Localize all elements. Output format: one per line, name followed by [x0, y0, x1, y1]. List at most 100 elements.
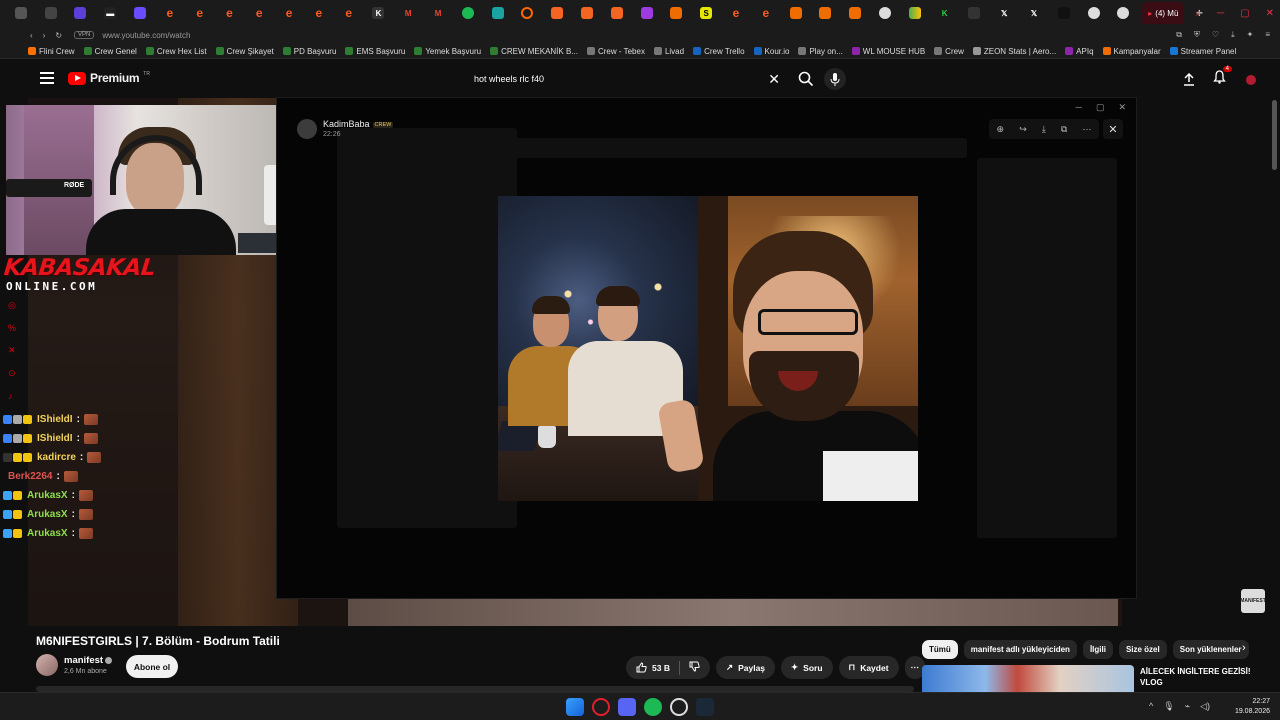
download-icon[interactable]: ⤓	[1231, 30, 1235, 40]
tab-icon[interactable]: e	[304, 0, 334, 26]
maximize-button[interactable]: ▢	[1240, 8, 1249, 19]
tab-icon[interactable]	[781, 0, 811, 26]
tab-icon[interactable]	[542, 0, 572, 26]
chat-username[interactable]: ArukasX	[27, 509, 68, 520]
tab-icon[interactable]: e	[274, 0, 304, 26]
tab-icon[interactable]	[513, 0, 543, 26]
shared-photo[interactable]	[498, 196, 918, 501]
tab-icon[interactable]	[125, 0, 155, 26]
clear-search-icon[interactable]: ✕	[768, 71, 780, 88]
bookmark-item[interactable]: WL MOUSE HUB	[851, 47, 925, 56]
youtube-logo[interactable]: Premium TR	[68, 71, 150, 85]
channel-name[interactable]: manifest	[64, 655, 103, 666]
shield-icon[interactable]: ⛨	[1194, 30, 1200, 40]
bookmark-item[interactable]: ZEON Stats | Aero...	[972, 47, 1056, 56]
tab-icon[interactable]: e	[751, 0, 781, 26]
tab-icon[interactable]	[483, 0, 513, 26]
filter-chip[interactable]: Son yüklenenler	[1172, 640, 1249, 659]
chat-username[interactable]: IShieldI	[37, 433, 73, 444]
chevron-up-icon[interactable]: ^	[1149, 701, 1153, 712]
back-icon[interactable]: ‹	[30, 31, 33, 40]
filter-chip[interactable]: Size özel	[1118, 640, 1167, 659]
tab-icon[interactable]: K	[930, 0, 960, 26]
tab-icon[interactable]	[811, 0, 841, 26]
bookmark-item[interactable]: Crew - Tebex	[586, 47, 645, 56]
search-input[interactable]: hot wheels rlc f40	[474, 74, 768, 84]
clock[interactable]: 22:27 19.08.2026	[1235, 697, 1270, 717]
bookmark-item[interactable]: Crew Şikayet	[215, 47, 274, 56]
bookmark-item[interactable]: APIq	[1065, 47, 1094, 56]
forward-icon[interactable]: ›	[43, 31, 46, 40]
steam-icon[interactable]	[696, 698, 714, 716]
tab-icon[interactable]: e	[244, 0, 274, 26]
guide-menu-icon[interactable]	[40, 72, 54, 84]
minimize-button[interactable]: ─	[1217, 8, 1224, 19]
search-icon[interactable]	[798, 71, 814, 87]
tab-icon[interactable]	[36, 0, 66, 26]
bookmark-item[interactable]: Livad	[653, 47, 684, 56]
tab-icon[interactable]	[1079, 0, 1109, 26]
tab-icon[interactable]: e	[721, 0, 751, 26]
bookmark-item[interactable]: Crew	[934, 47, 964, 56]
filter-chip[interactable]: Tümü	[922, 640, 958, 659]
tab-icon[interactable]	[840, 0, 870, 26]
spotify-icon[interactable]	[644, 698, 662, 716]
tab-icon[interactable]: e	[215, 0, 245, 26]
tab-icon[interactable]: K	[364, 0, 394, 26]
close-viewer-button[interactable]: ✕	[1103, 119, 1123, 139]
tab-icon[interactable]	[66, 0, 96, 26]
tab-icon[interactable]: e	[334, 0, 364, 26]
tab-icon[interactable]: M	[423, 0, 453, 26]
notifications-button[interactable]: 4	[1213, 66, 1232, 89]
bookmark-item[interactable]: Play on...	[798, 47, 843, 56]
bookmark-item[interactable]: EMS Başvuru	[345, 47, 405, 56]
tab-icon[interactable]	[453, 0, 483, 26]
channel-avatar[interactable]	[36, 654, 58, 676]
tab-icon[interactable]: e	[155, 0, 185, 26]
bookmark-item[interactable]: PD Başvuru	[282, 47, 336, 56]
bookmark-item[interactable]: Flini Crew	[28, 47, 75, 56]
tab-icon[interactable]: M	[393, 0, 423, 26]
bookmark-item[interactable]: CREW MEKANİK B...	[490, 47, 578, 56]
filter-chip[interactable]: manifest adlı yükleyiciden	[963, 640, 1077, 659]
maximize-button[interactable]: ▢	[1096, 102, 1105, 113]
vpn-badge[interactable]: VPN	[74, 31, 95, 39]
author-avatar[interactable]	[297, 119, 317, 139]
discord-icon[interactable]	[618, 698, 636, 716]
recommended-title[interactable]: AİLECEK İNGİLTERE GEZİSİ! VLOG	[1140, 666, 1260, 688]
opera-gx-icon[interactable]	[670, 698, 688, 716]
like-button[interactable]: 53 B	[636, 662, 670, 673]
share-button[interactable]: ↗ Paylaş	[715, 656, 776, 679]
bookmark-item[interactable]: Crew Trello	[693, 47, 745, 56]
filter-chip[interactable]: İlgili	[1082, 640, 1113, 659]
minimize-button[interactable]: ─	[1076, 102, 1082, 112]
tab-icon[interactable]: 𝕏	[1019, 0, 1049, 26]
author-name[interactable]: KadimBaba	[323, 119, 370, 129]
extensions-icon[interactable]: ✦	[1247, 30, 1254, 40]
reload-icon[interactable]: ↻	[55, 31, 62, 40]
ask-button[interactable]: ✦ Soru	[781, 656, 833, 679]
chat-username[interactable]: Berk2264	[8, 471, 52, 482]
recommended-thumbnail[interactable]	[922, 665, 1134, 695]
zoom-icon[interactable]: ⊕	[997, 124, 1005, 135]
more-icon[interactable]: ⋯	[1082, 124, 1091, 135]
chevron-right-icon[interactable]: ›	[1242, 642, 1246, 654]
tab-icon[interactable]	[870, 0, 900, 26]
save-button[interactable]: ⊓ Kaydet	[838, 656, 899, 679]
heart-icon[interactable]: ♡	[1212, 30, 1219, 40]
dislike-button[interactable]	[689, 661, 700, 674]
open-external-icon[interactable]: ⧉	[1061, 124, 1067, 135]
bookmark-item[interactable]: Crew Hex List	[145, 47, 207, 56]
subscribe-button[interactable]: Abone ol	[126, 655, 178, 678]
close-window-button[interactable]: ✕	[1266, 8, 1274, 19]
menu-icon[interactable]: ≡	[1265, 30, 1270, 40]
voice-search-button[interactable]	[824, 68, 846, 90]
tab-icon[interactable]	[632, 0, 662, 26]
search-tabs-icon[interactable]: ⌕	[1195, 8, 1201, 19]
tab-icon[interactable]	[6, 0, 36, 26]
tab-icon[interactable]: S	[691, 0, 721, 26]
bookmark-item[interactable]: Kour.io	[753, 47, 789, 56]
tab-icon[interactable]	[1108, 0, 1138, 26]
chat-username[interactable]: ArukasX	[27, 490, 68, 501]
tab-icon[interactable]: ▬	[95, 0, 125, 26]
